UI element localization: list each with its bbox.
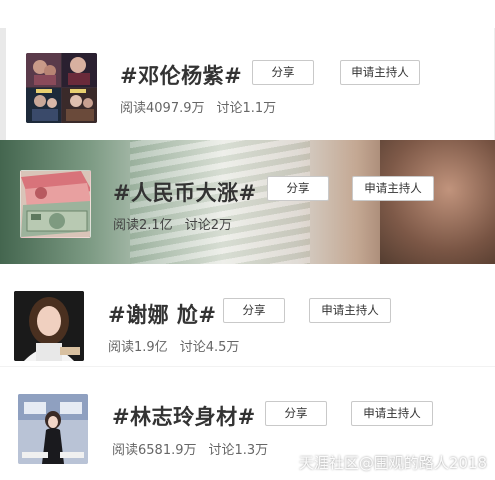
topic-title[interactable]: #谢娜 尬#: [108, 299, 217, 329]
comment-count: 讨论4.5万: [179, 340, 240, 355]
apply-host-button[interactable]: 申请主持人: [340, 60, 420, 85]
apply-host-button[interactable]: 申请主持人: [351, 401, 433, 426]
collage-photo-icon: [26, 53, 97, 123]
share-button[interactable]: 分享: [265, 401, 327, 426]
topic-card: #谢娜 尬# 阅读1.9亿 讨论4.5万 分享 申请主持人: [0, 272, 495, 366]
topic-stats: 阅读2.1亿 讨论2万: [113, 214, 232, 233]
topic-stats: 阅读1.9亿 讨论4.5万: [108, 336, 239, 355]
banknotes-photo-icon: [21, 171, 90, 237]
watermark-text: 天涯社区@围观的路人2018: [298, 454, 487, 472]
topic-title[interactable]: #人民币大涨#: [113, 177, 257, 207]
poster-photo-icon: [18, 394, 88, 464]
share-button[interactable]: 分享: [252, 60, 314, 85]
read-count: 阅读4097.9万: [120, 101, 205, 116]
topic-title[interactable]: #林志玲身材#: [112, 401, 256, 431]
share-button[interactable]: 分享: [223, 298, 285, 323]
topic-thumbnail[interactable]: [20, 170, 91, 238]
share-button[interactable]: 分享: [267, 176, 329, 201]
topic-stats: 阅读4097.9万 讨论1.1万: [120, 97, 276, 116]
apply-host-button[interactable]: 申请主持人: [352, 176, 434, 201]
portrait-photo-icon: [14, 291, 84, 361]
read-count: 阅读1.9亿: [108, 340, 168, 355]
banner-background: [380, 140, 495, 264]
topic-thumbnail[interactable]: [14, 291, 84, 361]
comment-count: 讨论2万: [184, 218, 232, 233]
comment-count: 讨论1.3万: [208, 443, 269, 458]
topic-thumbnail[interactable]: [18, 394, 88, 464]
topic-card: #人民币大涨# 阅读2.1亿 讨论2万 分享 申请主持人: [0, 140, 495, 264]
topic-stats: 阅读6581.9万 讨论1.3万: [112, 439, 268, 458]
topic-card: #邓伦杨紫# 阅读4097.9万 讨论1.1万 分享 申请主持人: [0, 28, 495, 140]
read-count: 阅读2.1亿: [113, 218, 173, 233]
read-count: 阅读6581.9万: [112, 443, 197, 458]
apply-host-button[interactable]: 申请主持人: [309, 298, 391, 323]
topic-title[interactable]: #邓伦杨紫#: [120, 60, 242, 90]
topic-thumbnail[interactable]: [26, 53, 97, 123]
comment-count: 讨论1.1万: [216, 101, 277, 116]
